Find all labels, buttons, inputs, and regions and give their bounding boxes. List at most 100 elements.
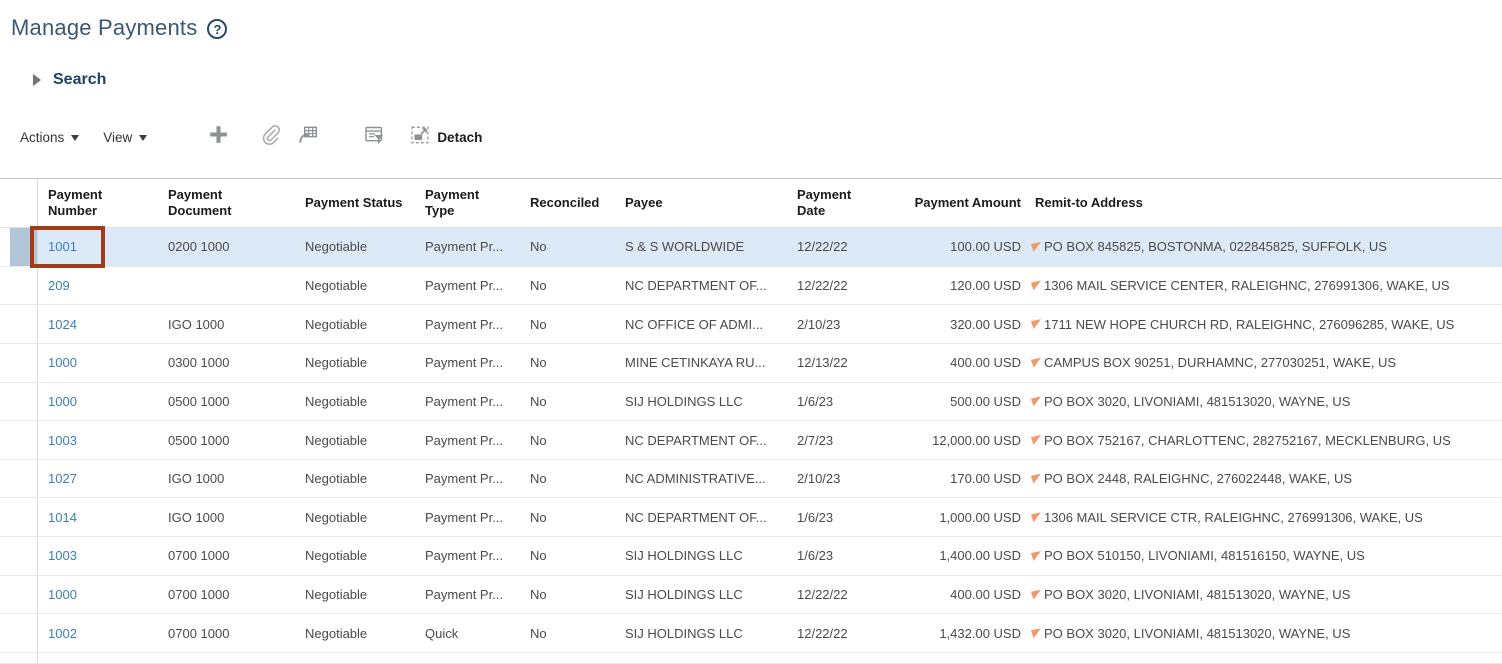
payment-document-cell: IGO 1000 xyxy=(158,305,295,343)
payment-number-link[interactable]: 1002 xyxy=(48,626,77,641)
row-selector[interactable] xyxy=(0,614,38,652)
caret-down-icon xyxy=(71,135,79,141)
payment-date-cell: 12/22/22 xyxy=(787,267,869,305)
attachments-button[interactable] xyxy=(255,124,285,150)
help-icon[interactable]: ? xyxy=(207,19,227,39)
reconciled-cell: No xyxy=(520,498,615,536)
payment-amount-cell: 500.00 USD xyxy=(869,383,1025,421)
table-row[interactable]: 209NegotiablePayment Pr...NoNC DEPARTMEN… xyxy=(0,267,1502,306)
payment-number-link[interactable]: 1000 xyxy=(48,355,77,370)
page-header: Manage Payments ? xyxy=(0,0,1502,41)
caret-down-icon xyxy=(139,135,147,141)
row-selector[interactable] xyxy=(0,421,38,459)
table-toolbar: Actions View xyxy=(20,123,1502,151)
row-selector[interactable] xyxy=(0,383,38,421)
column-header-remit[interactable]: Remit-to Address xyxy=(1025,179,1502,227)
export-to-excel-button[interactable] xyxy=(293,124,323,150)
reconciled-cell: No xyxy=(520,614,615,652)
payment-document-cell: IGO 1000 xyxy=(158,498,295,536)
payment-type-cell: Payment Pr... xyxy=(415,344,520,382)
payment-date-cell: 1/6/23 xyxy=(787,383,869,421)
remit-to-address-cell: PO BOX 3020, LIVONIAMI, 481513020, WAYNE… xyxy=(1025,576,1502,614)
table-row[interactable]: 10010200 1000NegotiablePayment Pr...NoS … xyxy=(0,228,1502,267)
payment-date-cell: 12/22/22 xyxy=(787,228,869,266)
payment-number-link[interactable]: 1000 xyxy=(48,394,77,409)
column-header-document[interactable]: Payment Document xyxy=(158,179,295,227)
payment-number-link[interactable]: 1024 xyxy=(48,317,77,332)
query-by-example-button[interactable] xyxy=(359,124,389,150)
payment-date-cell: 12/22/22 xyxy=(787,614,869,652)
flag-icon xyxy=(1031,551,1041,561)
reconciled-cell: No xyxy=(520,421,615,459)
remit-to-address-cell: 1711 NEW HOPE CHURCH RD, RALEIGHNC, 2760… xyxy=(1025,305,1502,343)
payee-cell: NC ADMINISTRATIVE... xyxy=(615,460,787,498)
payment-number-link[interactable]: 1014 xyxy=(48,510,77,525)
payment-status-cell: Negotiable xyxy=(295,267,415,305)
payment-type-cell: Payment Pr... xyxy=(415,460,520,498)
column-header-type[interactable]: Payment Type xyxy=(415,179,520,227)
page-title: Manage Payments xyxy=(11,15,197,41)
payment-amount-cell: 12,000.00 USD xyxy=(869,421,1025,459)
payment-number-link[interactable]: 1000 xyxy=(48,587,77,602)
column-header-amount[interactable]: Payment Amount xyxy=(869,179,1025,227)
remit-to-address-cell: PO BOX 510150, LIVONIAMI, 481516150, WAY… xyxy=(1025,537,1502,575)
table-row[interactable]: 1027IGO 1000NegotiablePayment Pr...NoNC … xyxy=(0,460,1502,499)
table-row[interactable]: 1024IGO 1000NegotiablePayment Pr...NoNC … xyxy=(0,305,1502,344)
table-row[interactable]: 1014IGO 1000NegotiablePayment Pr...NoNC … xyxy=(0,498,1502,537)
payment-number-link[interactable]: 1027 xyxy=(48,471,77,486)
payment-number-link[interactable]: 1003 xyxy=(48,433,77,448)
payment-type-cell: Payment Pr... xyxy=(415,305,520,343)
select-all-header xyxy=(0,179,38,227)
payments-table: Payment NumberPayment DocumentPayment St… xyxy=(0,178,1502,664)
payment-number-link[interactable]: 209 xyxy=(48,278,70,293)
row-selector[interactable] xyxy=(0,228,38,266)
flag-icon xyxy=(1031,628,1041,638)
payment-type-cell: Payment Pr... xyxy=(415,228,520,266)
payment-document-cell: IGO 1000 xyxy=(158,460,295,498)
actions-menu-label: Actions xyxy=(20,130,64,145)
reconciled-cell: No xyxy=(520,344,615,382)
payment-number-link[interactable]: 1003 xyxy=(48,548,77,563)
row-selector[interactable] xyxy=(0,498,38,536)
payment-number-link[interactable]: 1001 xyxy=(48,239,77,254)
export-to-excel-icon xyxy=(297,124,319,151)
payee-cell: NC OFFICE OF ADMI... xyxy=(615,305,787,343)
row-selector[interactable] xyxy=(0,537,38,575)
table-row[interactable]: 10030700 1000NegotiablePayment Pr...NoSI… xyxy=(0,537,1502,576)
column-header-number[interactable]: Payment Number xyxy=(38,179,158,227)
payment-status-cell: Negotiable xyxy=(295,228,415,266)
payment-amount-cell: 100.00 USD xyxy=(869,228,1025,266)
detach-icon xyxy=(409,124,431,151)
detach-button[interactable]: Detach xyxy=(409,124,482,151)
payment-document-cell: 0700 1000 xyxy=(158,576,295,614)
row-selector[interactable] xyxy=(0,460,38,498)
column-header-payee[interactable]: Payee xyxy=(615,179,787,227)
payment-status-cell: Negotiable xyxy=(295,305,415,343)
column-header-status[interactable]: Payment Status xyxy=(295,179,415,227)
column-header-date[interactable]: Payment Date xyxy=(787,179,869,227)
search-section-toggle[interactable]: Search xyxy=(33,71,1502,89)
row-selector[interactable] xyxy=(0,267,38,305)
table-row[interactable]: 10000700 1000NegotiablePayment Pr...NoSI… xyxy=(0,576,1502,615)
payment-type-cell: Payment Pr... xyxy=(415,498,520,536)
payment-date-cell: 1/6/23 xyxy=(787,498,869,536)
row-selector[interactable] xyxy=(0,576,38,614)
flag-icon xyxy=(1031,474,1041,484)
payment-amount-cell: 400.00 USD xyxy=(869,344,1025,382)
remit-to-address-text: 1306 MAIL SERVICE CTR, RALEIGHNC, 276991… xyxy=(1044,510,1423,525)
reconciled-cell: No xyxy=(520,460,615,498)
actions-menu-button[interactable]: Actions xyxy=(20,130,79,145)
view-menu-button[interactable]: View xyxy=(103,130,147,145)
table-row[interactable]: 10000300 1000NegotiablePayment Pr...NoMI… xyxy=(0,344,1502,383)
payment-document-cell: 0300 1000 xyxy=(158,344,295,382)
column-header-reconciled[interactable]: Reconciled xyxy=(520,179,615,227)
remit-to-address-cell: PO BOX 752167, CHARLOTTENC, 282752167, M… xyxy=(1025,421,1502,459)
row-selector[interactable] xyxy=(0,305,38,343)
table-row[interactable]: 10020700 1000NegotiableQuickNoSIJ HOLDIN… xyxy=(0,614,1502,653)
row-selector[interactable] xyxy=(0,344,38,382)
payment-document-cell: 0500 1000 xyxy=(158,421,295,459)
flag-icon xyxy=(1031,590,1041,600)
table-row[interactable]: 10030500 1000NegotiablePayment Pr...NoNC… xyxy=(0,421,1502,460)
add-row-button[interactable] xyxy=(203,124,233,150)
table-row[interactable]: 10000500 1000NegotiablePayment Pr...NoSI… xyxy=(0,383,1502,422)
